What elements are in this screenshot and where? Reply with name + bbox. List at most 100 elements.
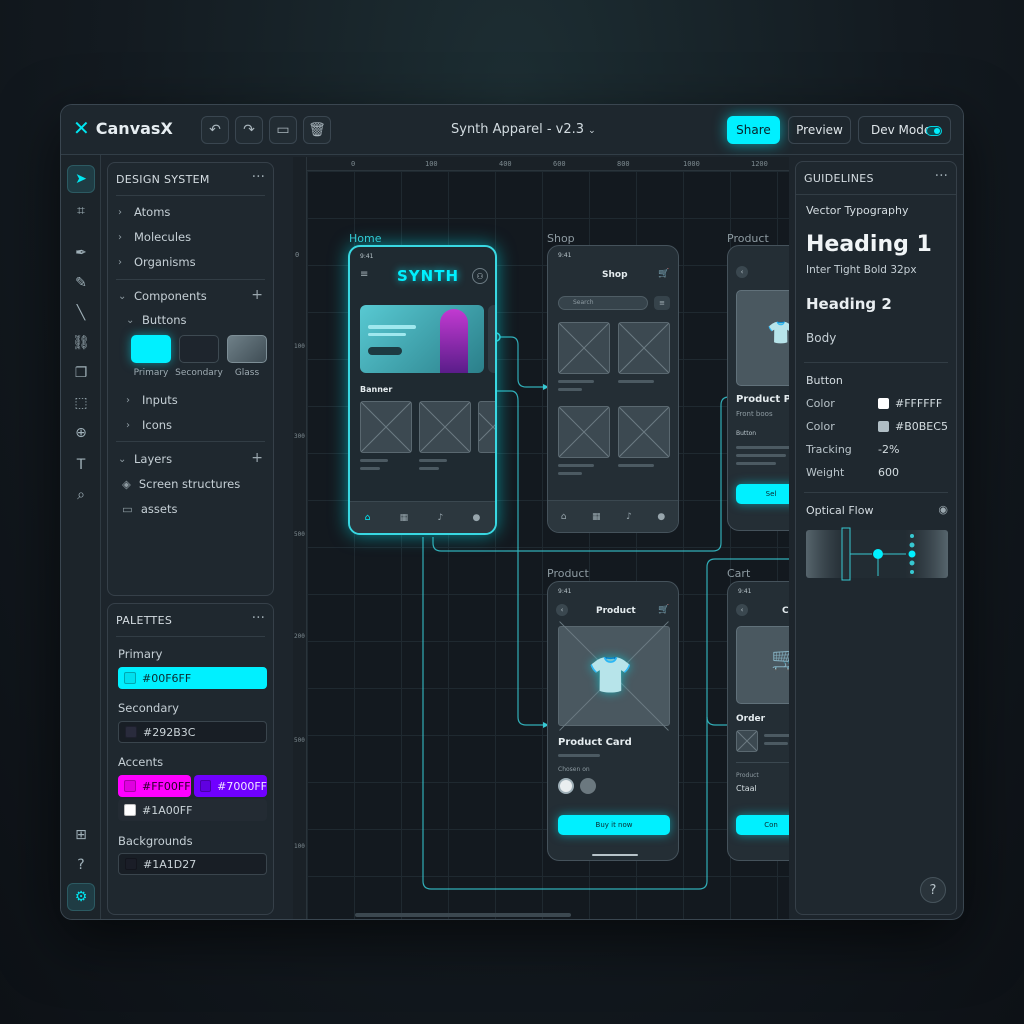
frame-product-top[interactable]: ‹ 👕 Product P Front boos Button Sel [727, 245, 789, 531]
component-tool-icon[interactable]: ⊕ [67, 419, 95, 447]
toggle-switch[interactable] [926, 126, 942, 136]
help-button[interactable]: ? [920, 877, 946, 903]
status-time: 9:41 [558, 252, 572, 259]
back-icon[interactable]: ‹ [736, 266, 748, 278]
more-icon[interactable]: ··· [252, 610, 265, 626]
home-icon[interactable]: ⌂ [365, 513, 371, 523]
horizontal-scrollbar[interactable] [355, 913, 571, 917]
help-icon[interactable]: ? [67, 851, 95, 879]
add-page-icon[interactable]: ⊞ [67, 821, 95, 849]
palette-accent-violet[interactable]: #7000FF [194, 775, 267, 797]
tracking-value[interactable]: -2% [878, 443, 899, 456]
text-line [736, 446, 789, 449]
select-tool-icon[interactable]: ➤ [67, 165, 95, 193]
back-icon[interactable]: ‹ [556, 604, 568, 616]
tree-item-layers[interactable]: ⌄ Layers [118, 452, 172, 466]
menu-icon[interactable]: ≡ [360, 269, 368, 280]
line-tool-icon[interactable]: ╲ [67, 299, 95, 327]
cta-button[interactable]: Sel [736, 484, 789, 504]
layers-icon: ◈ [122, 477, 131, 491]
device-icon[interactable]: ▭ [269, 116, 297, 144]
more-icon[interactable]: ··· [252, 169, 265, 185]
user-icon[interactable]: ● [472, 513, 480, 523]
pencil-tool-icon[interactable]: ✎ [67, 269, 95, 297]
user-icon[interactable]: ● [657, 512, 665, 522]
frame-cart[interactable]: 9:41 ‹ C 🛒 Order Product Ctaal Con [727, 581, 789, 861]
frame-shop[interactable]: 9:41 Shop 🛒 Search ≡ ⌂ ▦ ♪ ● [547, 245, 679, 533]
palette-primary[interactable]: #00F6FF [118, 667, 267, 689]
share-button[interactable]: Share [727, 116, 780, 144]
tree-item-organisms[interactable]: › Organisms [118, 255, 196, 269]
home-indicator [592, 854, 638, 856]
palette-background[interactable]: #1A1D27 [118, 853, 267, 875]
chevron-right-icon: › [126, 394, 130, 406]
palette-secondary[interactable]: #292B3C [118, 721, 267, 743]
more-icon[interactable]: ··· [935, 168, 948, 184]
frame-tool-icon[interactable]: ⬚ [67, 389, 95, 417]
preview-button[interactable]: Preview [788, 116, 851, 144]
document-title[interactable]: Synth Apparel - v2.3 ⌄ [451, 122, 596, 137]
frame-product[interactable]: 9:41 ‹ Product 🛒 👕 Product Card Chosen o… [547, 581, 679, 861]
hero-banner[interactable] [360, 305, 484, 373]
undo-icon[interactable]: ↶ [201, 116, 229, 144]
bell-icon[interactable]: ♪ [626, 512, 632, 522]
design-canvas[interactable]: 0 100 400 600 800 1000 1200 0 100 300 50… [293, 157, 789, 919]
tree-item-components[interactable]: ⌄ Components [118, 289, 207, 303]
trash-icon[interactable]: 🗑 [303, 116, 331, 144]
weight-value[interactable]: 600 [878, 466, 899, 479]
app-name: CanvasX [95, 118, 173, 138]
color-option-gray[interactable] [580, 778, 596, 794]
color-value-1[interactable]: #FFFFFF [878, 397, 942, 410]
tree-item-inputs[interactable]: › Inputs [126, 393, 178, 407]
profile-icon[interactable]: ⚇ [472, 268, 488, 284]
grid-icon[interactable]: ▦ [400, 513, 409, 523]
link-tool-icon[interactable]: ⛓ [67, 329, 95, 357]
image-placeholder [419, 401, 471, 453]
palette-accent-blue[interactable]: #1A00FF [118, 799, 267, 821]
layer-screen-structures[interactable]: ◈ Screen structures [122, 477, 240, 491]
tree-item-buttons[interactable]: ⌄ Buttons [126, 313, 187, 327]
home-icon[interactable]: ⌂ [561, 512, 567, 522]
crop-tool-icon[interactable]: ⌗ [67, 197, 95, 225]
search-field[interactable]: Search [558, 296, 648, 310]
settings-icon[interactable]: ⚙ [67, 883, 95, 911]
grid-icon[interactable]: ▦ [592, 512, 601, 522]
cart-icon[interactable]: 🛒 [658, 269, 669, 279]
product-image: 👕 [736, 290, 789, 386]
add-component-icon[interactable]: + [251, 287, 263, 303]
button-swatch-secondary[interactable] [179, 335, 219, 363]
zoom-tool-icon[interactable]: ⌕ [67, 481, 95, 509]
buy-now-button[interactable]: Buy it now [558, 815, 670, 835]
back-icon[interactable]: ‹ [736, 604, 748, 616]
panel-title: DESIGN SYSTEM [116, 173, 210, 186]
duplicate-tool-icon[interactable]: ❐ [67, 359, 95, 387]
button-swatch-glass[interactable] [227, 335, 267, 363]
bell-icon[interactable]: ♪ [437, 513, 443, 523]
pen-tool-icon[interactable]: ✒ [67, 239, 95, 267]
text-tool-icon[interactable]: T [67, 451, 95, 479]
filter-icon[interactable]: ≡ [654, 296, 670, 310]
palette-accent-magenta[interactable]: #FF00FF [118, 775, 191, 797]
chevron-right-icon: › [118, 206, 122, 218]
button-swatch-primary[interactable] [131, 335, 171, 363]
app-logo[interactable]: ✕ CanvasX [73, 118, 173, 138]
dev-mode-toggle[interactable]: Dev Mode [858, 116, 951, 144]
color-option-white[interactable] [558, 778, 574, 794]
redo-icon[interactable]: ↷ [235, 116, 263, 144]
frame-home[interactable]: 9:41 ≡ SYNTH ⚇ Banner ⌂ ▦ ♪ ● [348, 245, 497, 535]
frame-label-home: Home [349, 232, 382, 245]
tree-item-icons[interactable]: › Icons [126, 418, 172, 432]
text-line [558, 380, 594, 383]
color-swatch [878, 398, 889, 409]
tree-item-molecules[interactable]: › Molecules [118, 230, 191, 244]
color-value-2[interactable]: #B0BEC5 [878, 420, 948, 433]
confirm-button[interactable]: Con [736, 815, 789, 835]
status-time: 9:41 [360, 253, 374, 260]
image-placeholder [558, 406, 610, 458]
tree-item-atoms[interactable]: › Atoms [118, 205, 170, 219]
cart-icon[interactable]: 🛒 [658, 605, 669, 615]
eye-icon[interactable]: ◉ [938, 503, 948, 516]
layer-assets[interactable]: ▭ assets [122, 502, 177, 516]
spec-key: Weight [806, 466, 845, 479]
add-layer-icon[interactable]: + [251, 450, 263, 466]
